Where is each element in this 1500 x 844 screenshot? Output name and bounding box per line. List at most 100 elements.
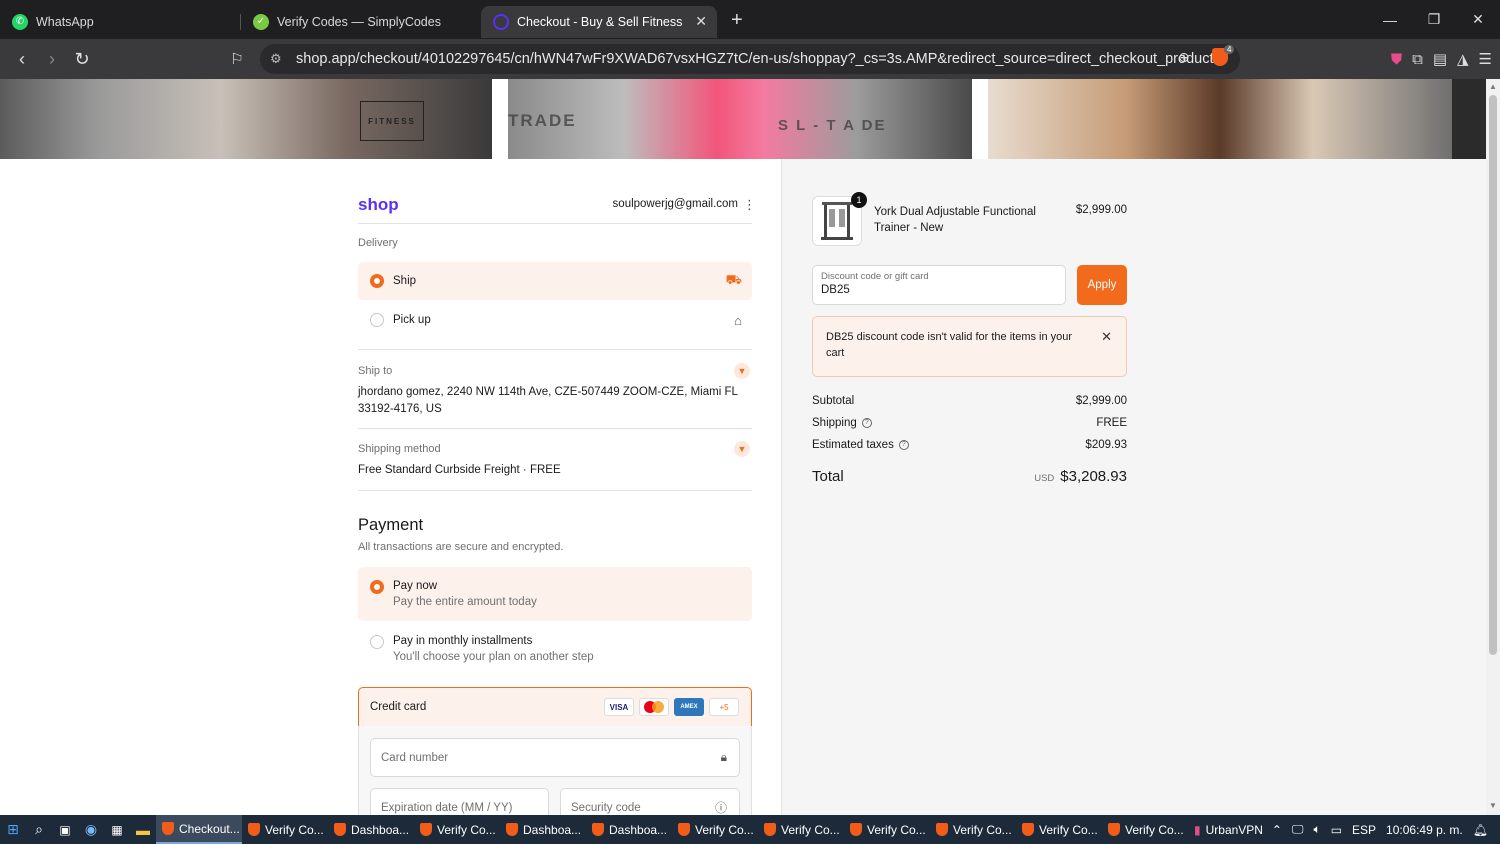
scroll-up-icon[interactable]: ▲ bbox=[1489, 82, 1497, 91]
extensions-icon[interactable]: ⧉ bbox=[1412, 51, 1423, 68]
tab-bar: ✆ WhatsApp ✓ Verify Codes — SimplyCodes … bbox=[0, 0, 1500, 39]
discount-code-input[interactable]: Discount code or gift card DB25 bbox=[812, 265, 1066, 305]
tab-simplycodes[interactable]: ✓ Verify Codes — SimplyCodes bbox=[241, 6, 481, 38]
chevron-down-icon[interactable]: ▼ bbox=[734, 363, 750, 379]
help-icon[interactable]: ? bbox=[898, 439, 909, 450]
delivery-option-ship[interactable]: Ship ⛟ bbox=[358, 262, 752, 300]
product-name: York Dual Adjustable Functional Trainer … bbox=[874, 206, 1036, 234]
language-indicator[interactable]: ESP bbox=[1352, 823, 1376, 837]
card-number-field[interactable]: Card number 🔒︎ bbox=[370, 738, 740, 777]
subtotal-value: $2,999.00 bbox=[1075, 395, 1127, 407]
amex-icon: AMEX bbox=[674, 698, 704, 716]
shipping-row: Shipping? FREE bbox=[812, 417, 1127, 429]
chevron-up-icon[interactable]: ⌃ bbox=[1272, 823, 1282, 837]
help-icon[interactable]: ⓘ bbox=[715, 799, 727, 816]
tab-whatsapp[interactable]: ✆ WhatsApp bbox=[0, 6, 240, 38]
network-icon[interactable]: 🖵︎ bbox=[1292, 822, 1304, 837]
urbanvpn-extension-icon[interactable]: ⛊ bbox=[1391, 51, 1402, 68]
display-icon[interactable]: ▭ bbox=[1331, 823, 1342, 837]
minimize-icon[interactable]: — bbox=[1368, 0, 1412, 39]
radio-pay-now[interactable] bbox=[370, 580, 384, 594]
credit-card-option[interactable]: Credit card VISA AMEX +5 bbox=[358, 687, 752, 727]
order-summary-panel bbox=[781, 159, 1486, 815]
close-window-icon[interactable]: ✕ bbox=[1456, 0, 1500, 39]
whatsapp-icon: ✆ bbox=[12, 13, 28, 30]
ship-to-label: Ship to bbox=[358, 365, 393, 377]
new-tab-button[interactable]: + bbox=[731, 9, 743, 32]
brave-icon bbox=[1108, 823, 1120, 836]
card-number-placeholder: Card number bbox=[381, 751, 449, 764]
help-icon[interactable]: ? bbox=[861, 417, 872, 428]
shipping-method-value: Free Standard Curbside Freight · FREE bbox=[358, 464, 561, 476]
url-bar[interactable]: ⚙ shop.app/checkout/40102297645/cn/hWN47… bbox=[260, 44, 1240, 74]
volume-icon[interactable]: 🔈︎ bbox=[1313, 822, 1320, 837]
taskbar-app[interactable]: Dashboa... bbox=[500, 815, 586, 844]
taskbar-app[interactable]: Checkout... bbox=[156, 815, 242, 844]
reload-icon[interactable]: ↻ bbox=[67, 44, 97, 74]
taskbar-app[interactable]: Dashboa... bbox=[586, 815, 672, 844]
taskbar-app[interactable]: Verify Co... bbox=[844, 815, 930, 844]
store-banner: FITNESS TRADE S L - T A DE bbox=[0, 79, 1486, 159]
card-brands: VISA AMEX +5 bbox=[604, 698, 739, 716]
subtotal-row: Subtotal $2,999.00 bbox=[812, 395, 1127, 407]
folder-icon[interactable]: ▬ bbox=[130, 815, 156, 844]
close-tab-icon[interactable]: ✕ bbox=[695, 13, 707, 30]
visa-icon: VISA bbox=[604, 698, 634, 716]
payment-title: Payment bbox=[358, 516, 424, 534]
taskbar-app[interactable]: Dashboa... bbox=[328, 815, 414, 844]
scroll-down-icon[interactable]: ▼ bbox=[1489, 801, 1497, 810]
credit-card-form: Card number 🔒︎ Expiration date (MM / YY)… bbox=[358, 726, 752, 827]
bookmark-icon[interactable]: ⚐ bbox=[222, 44, 252, 74]
page-scrollbar[interactable]: ▲ ▼ bbox=[1486, 79, 1500, 815]
taskbar-app[interactable]: Verify Co... bbox=[1016, 815, 1102, 844]
taskbar-app[interactable]: Verify Co... bbox=[1102, 815, 1188, 844]
tab-checkout[interactable]: Checkout - Buy & Sell Fitness ✕ bbox=[481, 5, 717, 38]
calculator-icon[interactable]: ▦ bbox=[104, 815, 130, 844]
divider bbox=[358, 349, 752, 350]
taskbar-app-label: Verify Co... bbox=[437, 822, 496, 837]
apply-button[interactable]: Apply bbox=[1077, 265, 1127, 305]
chevron-down-icon[interactable]: ▼ bbox=[734, 441, 750, 457]
restore-icon[interactable]: ❐ bbox=[1412, 0, 1456, 39]
radio-ship[interactable] bbox=[370, 274, 384, 288]
truck-icon: ⛟ bbox=[725, 272, 742, 287]
vpn-icon[interactable]: ◮ bbox=[1457, 50, 1469, 68]
address-toolbar: ‹ › ↻ ⚐ ⚙ shop.app/checkout/40102297645/… bbox=[0, 39, 1500, 79]
site-settings-icon[interactable]: ⚙ bbox=[270, 51, 282, 67]
windows-start-icon[interactable]: ⊞ bbox=[0, 815, 26, 844]
payment-option-pay-now[interactable]: Pay now Pay the entire amount today bbox=[358, 567, 752, 621]
clock[interactable]: 10:06:49 p. m. bbox=[1386, 823, 1463, 837]
taxes-row: Estimated taxes? $209.93 bbox=[812, 439, 1127, 451]
account-menu-icon[interactable]: ⋮ bbox=[743, 197, 756, 213]
radio-pickup[interactable] bbox=[370, 313, 384, 327]
taskbar-app-label: Verify Co... bbox=[953, 822, 1012, 837]
scrollbar-thumb[interactable] bbox=[1489, 95, 1497, 655]
browser-icon[interactable]: ◉ bbox=[78, 815, 104, 844]
taskbar-app[interactable]: Verify Co... bbox=[930, 815, 1016, 844]
zoom-icon[interactable]: ⊕ bbox=[1178, 49, 1190, 66]
forward-icon[interactable]: › bbox=[37, 44, 67, 74]
reader-icon[interactable]: ▤ bbox=[1433, 50, 1447, 68]
banner-text: S L - T A DE bbox=[778, 117, 887, 134]
taskbar-app[interactable]: Verify Co... bbox=[414, 815, 500, 844]
taskbar-app[interactable]: Verify Co... bbox=[672, 815, 758, 844]
urbanvpn-icon: ▮ bbox=[1194, 822, 1201, 837]
camera-icon[interactable]: ▣ bbox=[52, 815, 78, 844]
divider bbox=[358, 223, 752, 224]
divider bbox=[358, 428, 752, 429]
taskbar-app-urbanvpn[interactable]: ▮ UrbanVPN bbox=[1188, 815, 1274, 844]
notification-icon[interactable]: 🔔︎ bbox=[1473, 823, 1488, 837]
delivery-option-pickup[interactable]: Pick up ⌂ bbox=[358, 301, 752, 339]
quantity-badge: 1 bbox=[851, 192, 867, 208]
payment-option-installments[interactable]: Pay in monthly installments You'll choos… bbox=[358, 622, 752, 676]
store-logo[interactable]: FITNESS bbox=[360, 101, 424, 141]
back-icon[interactable]: ‹ bbox=[7, 44, 37, 74]
shop-logo: shop bbox=[358, 195, 399, 214]
search-icon[interactable]: ⌕ bbox=[26, 815, 52, 844]
taskbar-app[interactable]: Verify Co... bbox=[242, 815, 328, 844]
menu-icon[interactable]: ☰ bbox=[1479, 50, 1492, 68]
close-icon[interactable]: ✕ bbox=[1101, 329, 1112, 345]
taskbar-app[interactable]: Verify Co... bbox=[758, 815, 844, 844]
radio-installments[interactable] bbox=[370, 635, 384, 649]
brave-icon bbox=[936, 823, 948, 836]
